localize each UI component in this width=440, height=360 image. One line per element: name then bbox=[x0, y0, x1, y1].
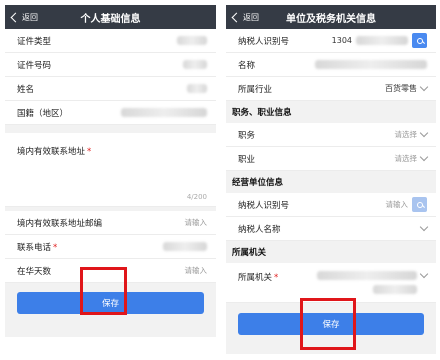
position-placeholder: 请选择 bbox=[394, 130, 418, 139]
nationality-label: 国籍（地区） bbox=[17, 108, 69, 119]
search-icon bbox=[416, 37, 423, 44]
postcode-placeholder: 请输入 bbox=[184, 218, 208, 227]
taxpayer-id-label: 纳税人识别号 bbox=[238, 36, 290, 47]
redacted-value bbox=[163, 242, 207, 251]
taxpayer-id-row[interactable]: 纳税人识别号 1304 bbox=[226, 29, 436, 53]
section-employer-header: 经营单位信息 bbox=[226, 171, 436, 193]
days-placeholder: 请输入 bbox=[184, 266, 208, 275]
address-label: 境内有效联系地址 bbox=[17, 147, 86, 157]
required-mark: * bbox=[53, 242, 58, 253]
search-button[interactable] bbox=[412, 33, 427, 48]
navbar: 返回 个人基础信息 bbox=[5, 5, 216, 29]
contact-list: 境内有效联系地址邮编 请输入 联系电话 * 在华天数 请输入 bbox=[5, 211, 216, 283]
redacted-value bbox=[317, 271, 417, 280]
days-label: 在华天数 bbox=[17, 266, 52, 277]
business-list: 纳税人识别号 请输入 纳税人名称 bbox=[226, 193, 436, 241]
industry-label: 所属行业 bbox=[238, 84, 273, 95]
save-button-area: 保存 bbox=[5, 283, 216, 323]
biz-taxpayer-id-placeholder: 请输入 bbox=[385, 200, 409, 209]
occupation-placeholder: 请选择 bbox=[394, 154, 418, 163]
personal-info-screen: 返回 个人基础信息 证件类型 证件号码 姓名 国籍（地区） 境内有效联系地址 *… bbox=[5, 5, 216, 337]
section-authority-header: 所属机关 bbox=[226, 241, 436, 263]
authority-row[interactable]: 所属机关 * bbox=[226, 263, 436, 303]
screenshot-canvas: 返回 个人基础信息 证件类型 证件号码 姓名 国籍（地区） 境内有效联系地址 *… bbox=[0, 0, 440, 360]
save-button[interactable]: 保存 bbox=[17, 292, 204, 314]
back-label: 返回 bbox=[22, 12, 38, 22]
days-in-china-row[interactable]: 在华天数 请输入 bbox=[5, 259, 216, 283]
redacted-value bbox=[187, 84, 207, 93]
back-label: 返回 bbox=[243, 12, 259, 22]
back-button[interactable]: 返回 bbox=[231, 5, 259, 29]
id-type-label: 证件类型 bbox=[17, 36, 52, 47]
personal-info-list: 证件类型 证件号码 姓名 国籍（地区） bbox=[5, 29, 216, 125]
search-icon bbox=[416, 201, 423, 208]
name-row[interactable]: 姓名 bbox=[5, 77, 216, 101]
biz-taxpayer-name-label: 纳税人名称 bbox=[238, 224, 281, 235]
id-number-row[interactable]: 证件号码 bbox=[5, 53, 216, 77]
chevron-left-icon bbox=[231, 12, 242, 22]
save-button[interactable]: 保存 bbox=[238, 313, 424, 335]
job-list: 职务 请选择 职业 请选择 bbox=[226, 123, 436, 171]
address-textarea[interactable]: 境内有效联系地址 * 4/200 bbox=[5, 133, 216, 207]
required-mark: * bbox=[87, 147, 92, 157]
taxpayer-id-value: 1304 bbox=[331, 36, 352, 45]
industry-value: 百货零售 bbox=[385, 84, 417, 93]
name-label: 姓名 bbox=[17, 84, 35, 95]
biz-taxpayer-id-label: 纳税人识别号 bbox=[238, 200, 290, 211]
nationality-row[interactable]: 国籍（地区） bbox=[5, 101, 216, 125]
authority-list: 所属机关 * bbox=[226, 263, 436, 303]
redacted-value bbox=[183, 60, 207, 69]
section-job-header: 职务、职业信息 bbox=[226, 101, 436, 123]
chevron-down-icon bbox=[419, 152, 429, 162]
postcode-row[interactable]: 境内有效联系地址邮编 请输入 bbox=[5, 211, 216, 235]
phone-row[interactable]: 联系电话 * bbox=[5, 235, 216, 259]
redacted-value bbox=[177, 36, 207, 45]
chevron-left-icon bbox=[10, 12, 21, 22]
char-counter: 4/200 bbox=[186, 193, 207, 201]
required-mark: * bbox=[274, 273, 279, 283]
back-button[interactable]: 返回 bbox=[10, 5, 38, 29]
industry-row[interactable]: 所属行业 百货零售 bbox=[226, 77, 436, 101]
chevron-down-icon bbox=[419, 269, 429, 279]
chevron-down-icon bbox=[419, 82, 429, 92]
save-button-area: 保存 bbox=[226, 303, 436, 344]
id-type-row[interactable]: 证件类型 bbox=[5, 29, 216, 53]
chevron-down-icon bbox=[419, 128, 429, 138]
postcode-label: 境内有效联系地址邮编 bbox=[17, 218, 103, 229]
company-name-row[interactable]: 名称 bbox=[226, 53, 436, 77]
phone-label: 联系电话 * bbox=[17, 242, 58, 253]
redacted-value bbox=[315, 60, 427, 69]
occupation-label: 职业 bbox=[238, 154, 256, 165]
redacted-value bbox=[373, 285, 417, 294]
chevron-down-icon bbox=[419, 222, 429, 232]
navbar: 返回 单位及税务机关信息 bbox=[226, 5, 436, 29]
biz-taxpayer-id-row[interactable]: 纳税人识别号 请输入 bbox=[226, 193, 436, 217]
position-row[interactable]: 职务 请选择 bbox=[226, 123, 436, 147]
biz-taxpayer-name-row[interactable]: 纳税人名称 bbox=[226, 217, 436, 241]
employer-list: 纳税人识别号 1304 名称 所属行业 百货零售 bbox=[226, 29, 436, 101]
redacted-value bbox=[121, 108, 207, 117]
redacted-value bbox=[356, 36, 408, 45]
occupation-row[interactable]: 职业 请选择 bbox=[226, 147, 436, 171]
company-name-label: 名称 bbox=[238, 60, 256, 71]
employer-tax-info-screen: 返回 单位及税务机关信息 纳税人识别号 1304 名称 所属行业 百货零售 职务… bbox=[226, 5, 436, 354]
id-number-label: 证件号码 bbox=[17, 60, 52, 71]
position-label: 职务 bbox=[238, 130, 256, 141]
authority-label: 所属机关 * bbox=[238, 273, 279, 283]
search-button[interactable] bbox=[412, 197, 427, 212]
